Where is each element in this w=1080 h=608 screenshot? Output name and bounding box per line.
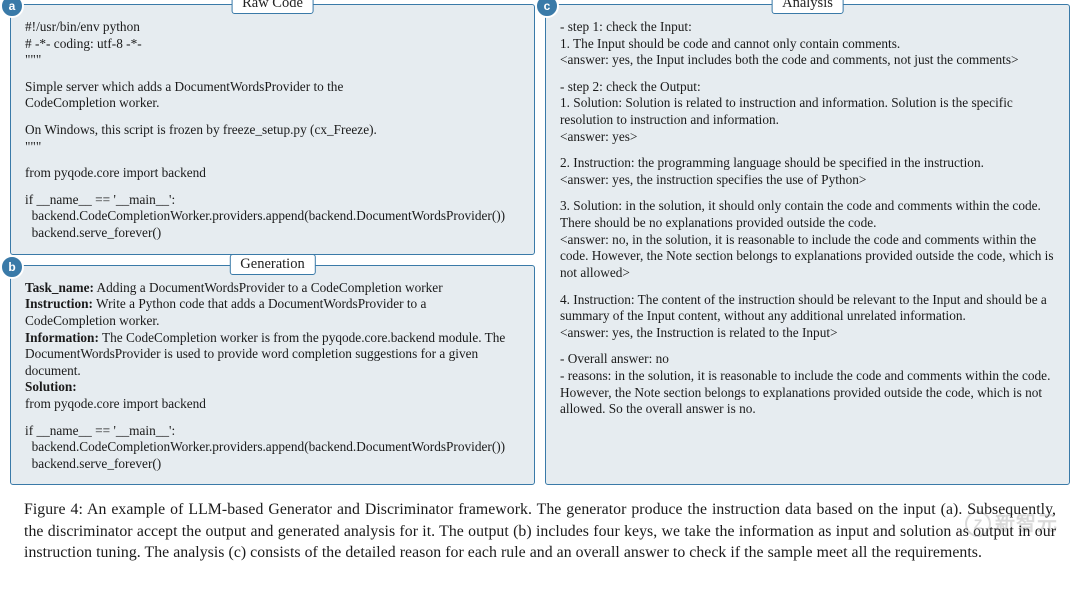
analysis-item-4: 4. Instruction: The content of the instr… (560, 292, 1055, 342)
analysis-panel: c Analysis - step 1: check the Input: 1.… (545, 4, 1070, 485)
figure-container: a Raw Code #!/usr/bin/env python # -*- c… (0, 0, 1080, 571)
analysis-overall: - Overall answer: no - reasons: in the s… (560, 351, 1055, 417)
generation-code-line: if __name__ == '__main__': backend.CodeC… (25, 423, 520, 473)
analysis-item-2: 2. Instruction: the programming language… (560, 155, 1055, 188)
panel-title-generation: Generation (229, 254, 315, 275)
panel-title-raw-code: Raw Code (231, 0, 314, 14)
panel-badge-c: c (535, 0, 559, 18)
generation-instruction: Instruction: Write a Python code that ad… (25, 296, 520, 329)
left-column: a Raw Code #!/usr/bin/env python # -*- c… (10, 4, 535, 485)
panel-badge-a: a (0, 0, 24, 18)
generation-solution-label: Solution: (25, 379, 520, 396)
generation-code-line: from pyqode.core import backend (25, 396, 520, 413)
raw-code-line: Simple server which adds a DocumentWords… (25, 79, 520, 112)
raw-code-panel: a Raw Code #!/usr/bin/env python # -*- c… (10, 4, 535, 255)
figure-caption: Figure 4: An example of LLM-based Genera… (10, 485, 1070, 565)
panel-title-analysis: Analysis (771, 0, 844, 14)
analysis-step-2: - step 2: check the Output: 1. Solution:… (560, 79, 1055, 145)
raw-code-line: if __name__ == '__main__': backend.CodeC… (25, 192, 520, 242)
panel-badge-b: b (0, 255, 24, 279)
generation-information: Information: The CodeCompletion worker i… (25, 330, 520, 380)
raw-code-line: On Windows, this script is frozen by fre… (25, 122, 520, 155)
raw-code-line: from pyqode.core import backend (25, 165, 520, 182)
generation-panel: b Generation Task_name: Adding a Documen… (10, 265, 535, 486)
generation-task-name: Task_name: Adding a DocumentWordsProvide… (25, 280, 520, 297)
right-column: c Analysis - step 1: check the Input: 1.… (545, 4, 1070, 485)
analysis-step-1: - step 1: check the Input: 1. The Input … (560, 19, 1055, 69)
figure-columns: a Raw Code #!/usr/bin/env python # -*- c… (10, 4, 1070, 485)
raw-code-line: #!/usr/bin/env python # -*- coding: utf-… (25, 19, 520, 69)
analysis-item-3: 3. Solution: in the solution, it should … (560, 198, 1055, 281)
